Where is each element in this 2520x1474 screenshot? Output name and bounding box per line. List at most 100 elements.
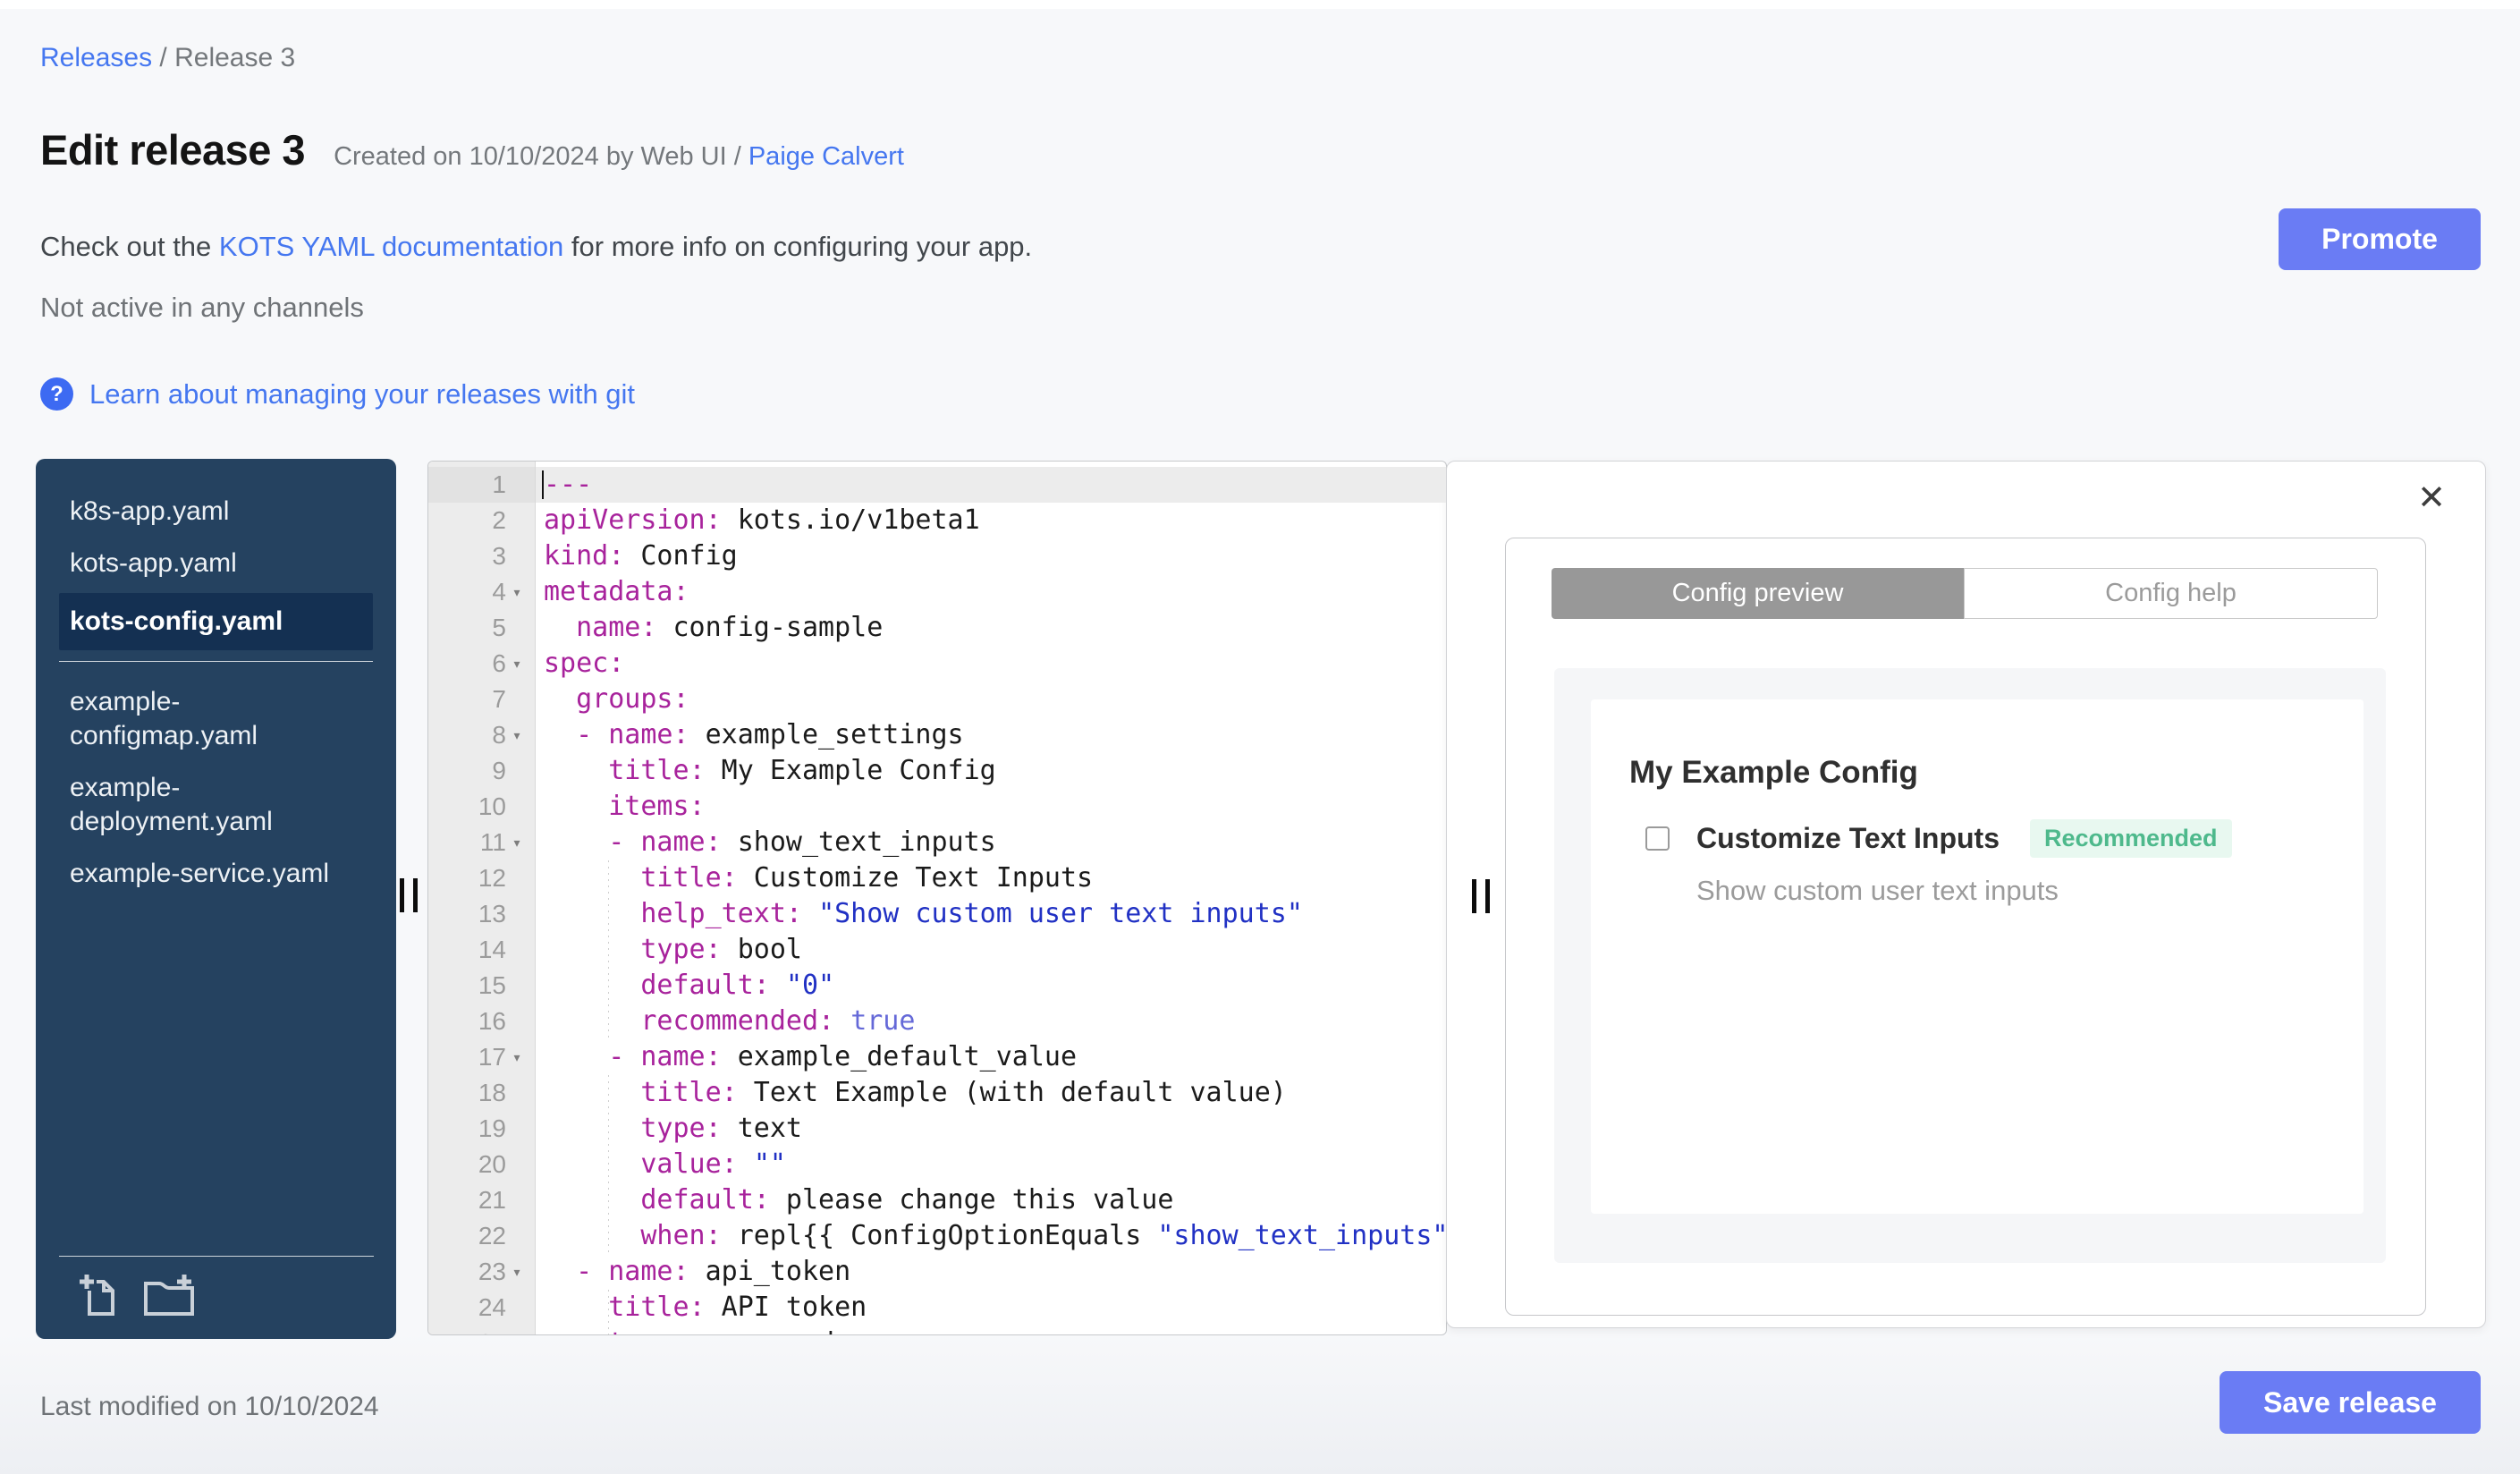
code-line-24[interactable]: title: API token <box>536 1290 1446 1326</box>
line-number: 5 <box>492 614 506 641</box>
code-line-12[interactable]: title: Customize Text Inputs <box>536 860 1446 896</box>
line-number: 7 <box>492 685 506 713</box>
line-number: 3 <box>492 542 506 570</box>
gutter-line-5: 5 <box>428 610 535 646</box>
gutter-line-19: 19 <box>428 1111 535 1147</box>
gutter-line-2: 2 <box>428 503 535 538</box>
code-line-22[interactable]: when: repl{{ ConfigOptionEquals "show_te… <box>536 1218 1446 1254</box>
save-release-button[interactable]: Save release <box>2220 1371 2481 1434</box>
sidebar-footer <box>59 1256 374 1323</box>
fold-arrow-icon[interactable]: ▾ <box>506 1265 528 1280</box>
fold-arrow-icon[interactable]: ▾ <box>506 585 528 600</box>
line-number: 12 <box>478 864 506 892</box>
line-number: 19 <box>478 1114 506 1142</box>
gutter-line-7: 7 <box>428 682 535 717</box>
fold-arrow-icon[interactable]: ▾ <box>506 835 528 851</box>
gutter-line-4: 4 ▾ <box>428 574 535 610</box>
config-preview-panel: ✕ Config preview Config help My Example C… <box>1446 461 2486 1328</box>
fold-arrow-icon[interactable]: ▾ <box>506 1050 528 1065</box>
line-number: 15 <box>478 971 506 999</box>
code-line-6[interactable]: spec: <box>536 646 1446 682</box>
option-help-text: Show custom user text inputs <box>1696 875 2059 906</box>
author-link[interactable]: Paige Calvert <box>748 142 904 171</box>
code-line-10[interactable]: items: <box>536 789 1446 825</box>
sidebar-item-k8s-app.yaml[interactable]: k8s-app.yaml <box>59 489 373 534</box>
docs-line: Check out the KOTS YAML documentation fo… <box>40 231 1032 263</box>
code-line-17[interactable]: - name: example_default_value <box>536 1039 1446 1075</box>
gutter-line-11: 11 ▾ <box>428 825 535 860</box>
sidebar-item-kots-config.yaml[interactable]: kots-config.yaml <box>59 593 373 650</box>
docs-prefix: Check out the <box>40 231 219 262</box>
page-title: Edit release 3 <box>40 126 306 174</box>
breadcrumb-releases-link[interactable]: Releases <box>40 43 152 72</box>
question-mark-icon: ? <box>40 377 73 411</box>
sidebar-divider <box>59 661 373 662</box>
release-editor-page: Releases / Release 3 Edit release 3 Crea… <box>0 0 2520 1474</box>
code-line-2[interactable]: apiVersion: kots.io/v1beta1 <box>536 503 1446 538</box>
fold-arrow-icon[interactable]: ▾ <box>506 657 528 672</box>
breadcrumb-separator: / <box>152 43 175 72</box>
code-line-4[interactable]: metadata: <box>536 574 1446 610</box>
code-line-7[interactable]: groups: <box>536 682 1446 717</box>
line-number: 16 <box>478 1007 506 1035</box>
gutter-line-20: 20 <box>428 1147 535 1182</box>
sidebar-item-kots-app.yaml[interactable]: kots-app.yaml <box>59 541 373 586</box>
gutter-line-16: 16 <box>428 1004 535 1039</box>
code-line-25[interactable]: type: password <box>536 1326 1446 1334</box>
sidebar-item-example-deployment.yaml[interactable]: example-deployment.yaml <box>59 766 373 844</box>
code-line-20[interactable]: value: "" <box>536 1147 1446 1182</box>
line-number: 14 <box>478 936 506 963</box>
gutter-line-12: 12 <box>428 860 535 896</box>
code-line-9[interactable]: title: My Example Config <box>536 753 1446 789</box>
gutter-line-25: 25 <box>428 1326 535 1334</box>
title-row: Edit release 3 Created on 10/10/2024 by … <box>40 125 904 174</box>
sidebar-item-example-service.yaml[interactable]: example-service.yaml <box>59 851 373 896</box>
learn-git-link[interactable]: ? Learn about managing your releases wit… <box>40 377 635 411</box>
code-line-18[interactable]: title: Text Example (with default value) <box>536 1075 1446 1111</box>
code-line-13[interactable]: help_text: "Show custom user text inputs… <box>536 896 1446 932</box>
code-line-5[interactable]: name: config-sample <box>536 610 1446 646</box>
line-number: 9 <box>492 757 506 784</box>
line-number: 4 <box>492 578 506 606</box>
code-line-11[interactable]: - name: show_text_inputs <box>536 825 1446 860</box>
new-folder-icon[interactable] <box>143 1273 195 1317</box>
line-number: 1 <box>492 470 506 498</box>
preview-content-region: My Example Config Customize Text Inputs … <box>1554 668 2386 1263</box>
tab-config-preview[interactable]: Config preview <box>1552 568 1964 619</box>
gutter-line-8: 8 ▾ <box>428 717 535 753</box>
gutter-line-24: 24 <box>428 1290 535 1326</box>
sidebar-item-example-configmap.yaml[interactable]: example-configmap.yaml <box>59 680 373 758</box>
code-line-1[interactable]: --- <box>536 467 1446 503</box>
preview-resize-handle[interactable] <box>1472 879 1490 913</box>
gutter-line-14: 14 <box>428 932 535 968</box>
breadcrumb: Releases / Release 3 <box>40 43 295 73</box>
config-group-title: My Example Config <box>1629 755 1918 790</box>
code-line-16[interactable]: recommended: true <box>536 1004 1446 1039</box>
code-line-8[interactable]: - name: example_settings <box>536 717 1446 753</box>
option-checkbox[interactable] <box>1645 826 1670 851</box>
new-file-icon[interactable] <box>79 1273 122 1317</box>
code-line-14[interactable]: type: bool <box>536 932 1446 968</box>
code-line-23[interactable]: - name: api_token <box>536 1254 1446 1290</box>
code-line-15[interactable]: default: "0" <box>536 968 1446 1004</box>
editor-gutter: 1 2 3 4 ▾ 5 6 ▾ 7 8 ▾ 9 10 11 ▾ 12 13 14 15 16 17 ▾ 18 19 20 21 22… <box>428 462 536 1334</box>
fold-arrow-icon[interactable]: ▾ <box>506 728 528 743</box>
gutter-line-1: 1 <box>428 467 535 503</box>
close-icon[interactable]: ✕ <box>2417 481 2446 515</box>
gutter-line-18: 18 <box>428 1075 535 1111</box>
tab-config-help[interactable]: Config help <box>1964 568 2378 619</box>
editor-code[interactable]: --- apiVersion: kots.io/v1beta1 kind: Conf… <box>536 462 1446 1334</box>
promote-button[interactable]: Promote <box>2279 208 2481 270</box>
gutter-line-21: 21 <box>428 1182 535 1218</box>
created-text: Created on 10/10/2024 by Web UI / <box>334 142 748 171</box>
code-line-19[interactable]: type: text <box>536 1111 1446 1147</box>
sidebar-resize-handle[interactable] <box>400 878 418 912</box>
code-line-3[interactable]: kind: Config <box>536 538 1446 574</box>
line-number: 25 <box>478 1329 506 1334</box>
yaml-editor[interactable]: 1 2 3 4 ▾ 5 6 ▾ 7 8 ▾ 9 10 11 ▾ 12 13 14 15 16 17 ▾ 18 19 20 21 22… <box>427 461 1447 1335</box>
code-line-21[interactable]: default: please change this value <box>536 1182 1446 1218</box>
kots-docs-link[interactable]: KOTS YAML documentation <box>219 231 563 262</box>
line-number: 10 <box>478 792 506 820</box>
breadcrumb-current: Release 3 <box>174 43 296 72</box>
config-option-row: Customize Text Inputs Recommended <box>1645 819 2232 858</box>
